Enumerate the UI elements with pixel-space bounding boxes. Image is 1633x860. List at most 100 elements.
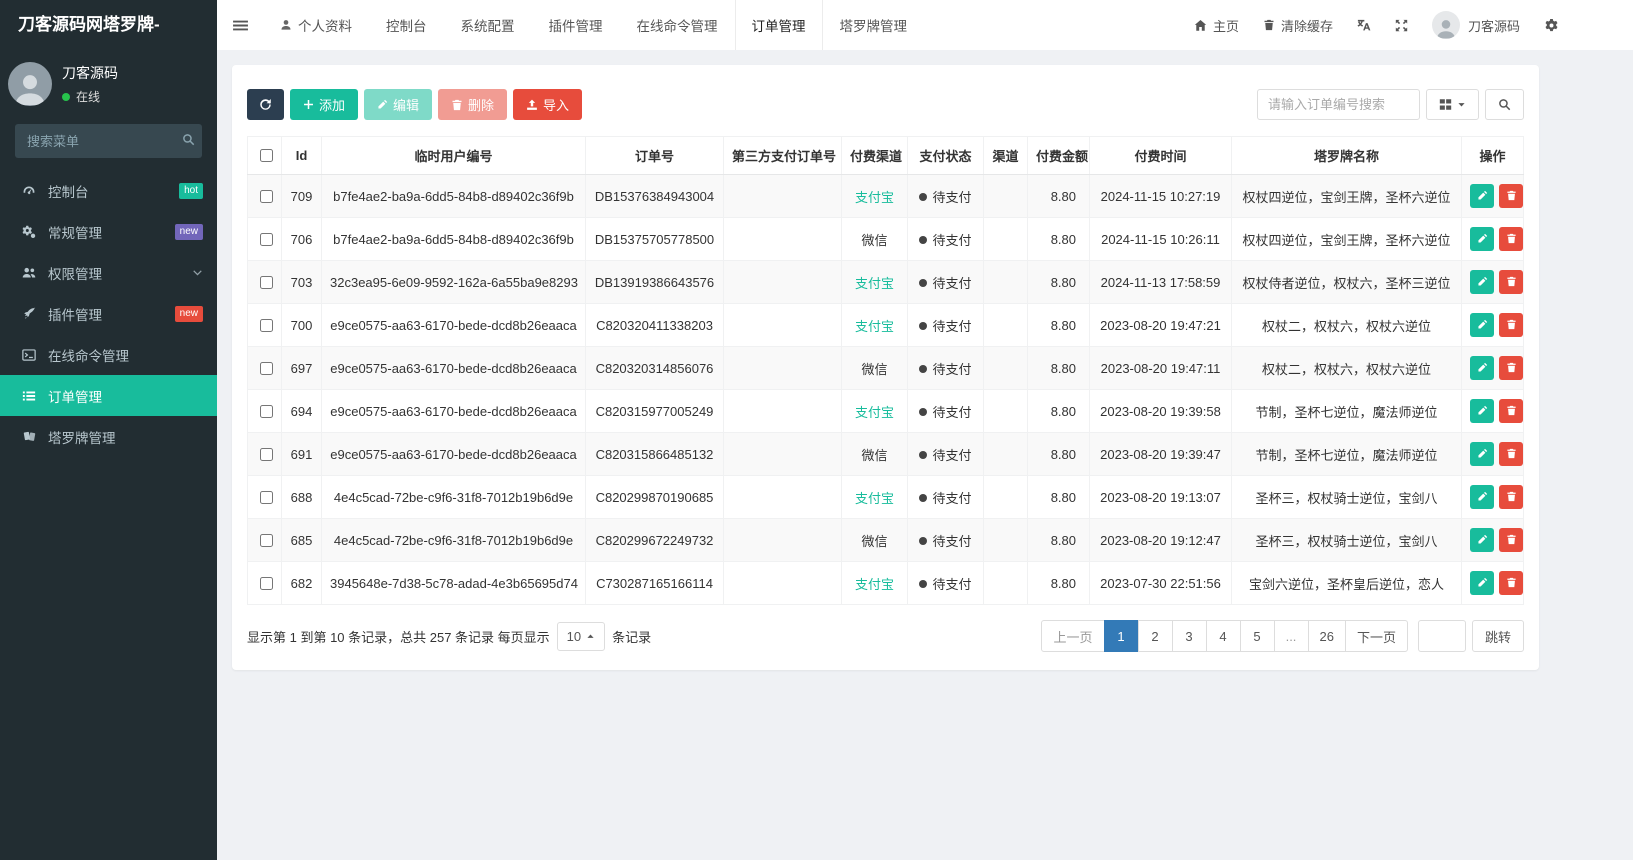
row-delete-button[interactable] bbox=[1499, 356, 1523, 380]
table-row[interactable]: 682 3945648e-7d38-5c78-adad-4e3b65695d74 C… bbox=[247, 561, 1524, 605]
refresh-button[interactable] bbox=[247, 89, 284, 120]
row-edit-button[interactable] bbox=[1470, 528, 1494, 552]
page-number-button[interactable]: 2 bbox=[1137, 620, 1173, 652]
table-row[interactable]: 700 e9ce0575-aa63-6170-bede-dcd8b26eaaca C… bbox=[247, 303, 1524, 347]
table-row[interactable]: 685 4e4c5cad-72be-c9f6-31f8-7012b19b6d9e C… bbox=[247, 518, 1524, 562]
table-row[interactable]: 709 b7fe4ae2-ba9a-6dd5-84b8-d89402c36f9b D… bbox=[247, 174, 1524, 218]
column-header[interactable]: 操作 bbox=[1461, 136, 1524, 175]
row-edit-button[interactable] bbox=[1470, 356, 1494, 380]
sidebar-item-general[interactable]: 常规管理 new bbox=[0, 211, 217, 252]
column-header[interactable]: 塔罗牌名称 bbox=[1231, 136, 1462, 175]
row-delete-button[interactable] bbox=[1499, 571, 1523, 595]
row-checkbox[interactable] bbox=[260, 318, 273, 332]
page-number-button[interactable]: 4 bbox=[1205, 620, 1241, 652]
status-dot bbox=[919, 364, 928, 373]
row-delete-button[interactable] bbox=[1499, 528, 1523, 552]
table-row[interactable]: 688 4e4c5cad-72be-c9f6-31f8-7012b19b6d9e C… bbox=[247, 475, 1524, 519]
page-prev-button[interactable]: 上一页 bbox=[1041, 620, 1105, 652]
tab-profile[interactable]: 个人资料 bbox=[263, 0, 369, 50]
row-checkbox[interactable] bbox=[260, 189, 273, 203]
table-search-button[interactable] bbox=[1485, 89, 1524, 120]
import-button[interactable]: 导入 bbox=[513, 89, 583, 120]
columns-dropdown-button[interactable] bbox=[1426, 89, 1479, 120]
column-header[interactable]: 支付状态 bbox=[907, 136, 984, 175]
tab-tarot[interactable]: 塔罗牌管理 bbox=[823, 0, 925, 50]
sidebar-item-command[interactable]: 在线命令管理 bbox=[0, 334, 217, 375]
edit-button[interactable]: 编辑 bbox=[364, 89, 433, 120]
row-delete-button[interactable] bbox=[1499, 399, 1523, 423]
sidebar-item-addon[interactable]: 插件管理 new bbox=[0, 293, 217, 334]
page-number-button[interactable]: ... bbox=[1273, 620, 1309, 652]
table-row[interactable]: 697 e9ce0575-aa63-6170-bede-dcd8b26eaaca C… bbox=[247, 346, 1524, 390]
row-checkbox[interactable] bbox=[260, 447, 273, 461]
home-link[interactable]: 主页 bbox=[1182, 16, 1251, 35]
table-row[interactable]: 694 e9ce0575-aa63-6170-bede-dcd8b26eaaca C… bbox=[247, 389, 1524, 433]
clear-cache-link[interactable]: 清除缓存 bbox=[1251, 16, 1345, 35]
hamburger-menu-button[interactable] bbox=[217, 0, 263, 50]
page-next-button[interactable]: 下一页 bbox=[1344, 620, 1408, 652]
trash-icon bbox=[1506, 576, 1517, 591]
select-all-checkbox[interactable] bbox=[260, 149, 273, 162]
table-row[interactable]: 703 32c3ea95-6e09-9592-162a-6a55ba9e8293 D… bbox=[247, 260, 1524, 304]
column-header[interactable]: 付费渠道 bbox=[841, 136, 908, 175]
page-number-button[interactable]: 3 bbox=[1171, 620, 1207, 652]
column-header[interactable]: 渠道 bbox=[983, 136, 1028, 175]
sidebar-search-input[interactable] bbox=[15, 124, 202, 158]
fullscreen-button[interactable] bbox=[1383, 0, 1420, 50]
table-row[interactable]: 706 b7fe4ae2-ba9a-6dd5-84b8-d89402c36f9b D… bbox=[247, 217, 1524, 261]
row-checkbox[interactable] bbox=[260, 232, 273, 246]
row-delete-button[interactable] bbox=[1499, 270, 1523, 294]
row-checkbox[interactable] bbox=[260, 404, 273, 418]
page-number-button[interactable]: 5 bbox=[1239, 620, 1275, 652]
sidebar-search-button[interactable] bbox=[180, 131, 197, 151]
brand-title[interactable]: 刀客源码网塔罗牌- bbox=[0, 0, 217, 50]
delete-button[interactable]: 删除 bbox=[438, 89, 508, 120]
tab-config[interactable]: 系统配置 bbox=[444, 0, 532, 50]
topbar-user[interactable]: 刀客源码 bbox=[1420, 11, 1532, 39]
row-edit-button[interactable] bbox=[1470, 313, 1494, 337]
tab-order[interactable]: 订单管理 bbox=[734, 0, 823, 50]
table-row[interactable]: 691 e9ce0575-aa63-6170-bede-dcd8b26eaaca C… bbox=[247, 432, 1524, 476]
column-header[interactable]: 第三方支付订单号 bbox=[723, 136, 842, 175]
tab-command[interactable]: 在线命令管理 bbox=[620, 0, 735, 50]
page-size-dropdown[interactable]: 10 bbox=[556, 621, 606, 651]
column-header[interactable]: 临时用户编号 bbox=[321, 136, 586, 175]
row-checkbox[interactable] bbox=[260, 576, 273, 590]
row-edit-button[interactable] bbox=[1470, 485, 1494, 509]
jump-button[interactable]: 跳转 bbox=[1471, 620, 1524, 652]
row-checkbox[interactable] bbox=[260, 361, 273, 375]
row-delete-button[interactable] bbox=[1499, 313, 1523, 337]
jump-page-input[interactable] bbox=[1417, 620, 1466, 652]
add-button[interactable]: 添加 bbox=[290, 89, 359, 120]
cell-channel bbox=[983, 217, 1028, 261]
cell-pay-channel: 微信 bbox=[841, 432, 908, 476]
row-delete-button[interactable] bbox=[1499, 184, 1523, 208]
row-edit-button[interactable] bbox=[1470, 227, 1494, 251]
row-edit-button[interactable] bbox=[1470, 399, 1494, 423]
translate-button[interactable] bbox=[1345, 0, 1383, 50]
settings-button[interactable] bbox=[1532, 0, 1571, 50]
column-header[interactable]: 付费时间 bbox=[1089, 136, 1232, 175]
row-delete-button[interactable] bbox=[1499, 442, 1523, 466]
row-delete-button[interactable] bbox=[1499, 485, 1523, 509]
page-number-button[interactable]: 26 bbox=[1307, 620, 1346, 652]
tab-dashboard[interactable]: 控制台 bbox=[369, 0, 444, 50]
row-edit-button[interactable] bbox=[1470, 184, 1494, 208]
page-number-button[interactable]: 1 bbox=[1103, 620, 1139, 652]
row-checkbox[interactable] bbox=[260, 533, 273, 547]
row-checkbox[interactable] bbox=[260, 275, 273, 289]
row-delete-button[interactable] bbox=[1499, 227, 1523, 251]
column-header[interactable]: 订单号 bbox=[585, 136, 724, 175]
column-header[interactable]: Id bbox=[281, 136, 322, 175]
row-checkbox[interactable] bbox=[260, 490, 273, 504]
row-edit-button[interactable] bbox=[1470, 571, 1494, 595]
row-edit-button[interactable] bbox=[1470, 442, 1494, 466]
sidebar-item-order[interactable]: 订单管理 bbox=[0, 375, 217, 416]
sidebar-item-auth[interactable]: 权限管理 bbox=[0, 252, 217, 293]
tab-addon[interactable]: 插件管理 bbox=[532, 0, 620, 50]
column-header[interactable]: 付费金额 bbox=[1027, 136, 1090, 175]
order-search-input[interactable] bbox=[1257, 89, 1420, 120]
sidebar-item-tarot[interactable]: 塔罗牌管理 bbox=[0, 416, 217, 457]
sidebar-item-dashboard[interactable]: 控制台 hot bbox=[0, 170, 217, 211]
row-edit-button[interactable] bbox=[1470, 270, 1494, 294]
